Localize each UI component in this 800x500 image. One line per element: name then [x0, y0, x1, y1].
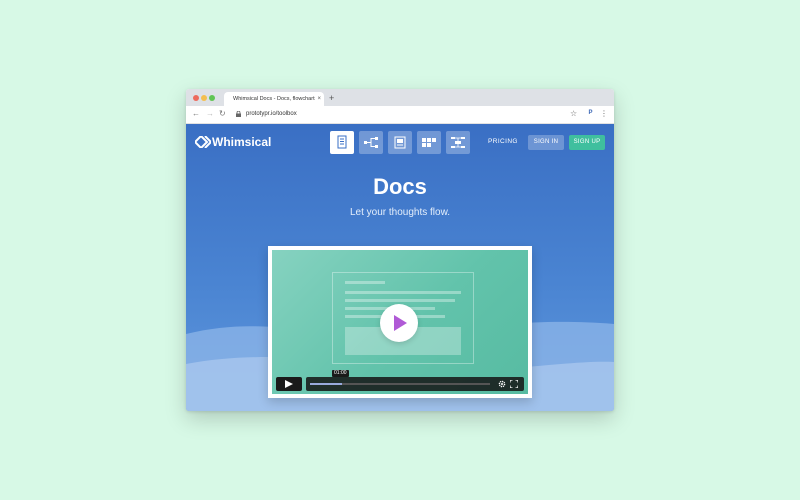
tool-sticky-notes-button[interactable] — [417, 131, 441, 154]
mind-map-icon — [451, 137, 465, 148]
video-controls: 01:00 — [276, 370, 524, 391]
document-icon — [337, 135, 347, 149]
tab-strip: Whimsical Docs - Docs, flowcharts × + — [186, 89, 614, 106]
close-window-button[interactable] — [193, 95, 199, 101]
settings-gear-icon[interactable] — [498, 380, 506, 388]
extension-icon[interactable]: P — [586, 109, 595, 118]
hero-subtitle: Let your thoughts flow. — [349, 207, 451, 218]
progress-fill — [310, 383, 343, 385]
sticky-notes-icon — [422, 138, 436, 147]
play-video-button[interactable] — [380, 304, 418, 342]
back-icon[interactable]: ← — [192, 108, 200, 120]
video-time: 01:00 — [332, 370, 349, 377]
tab-title: Whimsical Docs - Docs, flowcharts — [233, 96, 315, 102]
tab-close-icon[interactable]: × — [317, 92, 321, 106]
web-page: Whimsical PRICING SIGN IN SIGN UP Docs L… — [186, 124, 614, 411]
wireframe-icon — [394, 136, 406, 149]
control-play-button[interactable] — [276, 377, 302, 391]
forward-icon[interactable]: → — [206, 108, 214, 120]
sign-up-button[interactable]: SIGN UP — [569, 135, 605, 150]
lock-icon — [236, 111, 241, 117]
video-frame[interactable]: 01:00 — [272, 250, 528, 394]
video-player[interactable]: 01:00 — [268, 246, 532, 398]
browser-menu-icon[interactable]: ⋮ — [600, 107, 608, 120]
fullscreen-icon[interactable] — [510, 380, 518, 388]
address-bar[interactable]: prototypr.io/toolbox — [246, 108, 297, 120]
browser-window: Whimsical Docs - Docs, flowcharts × + ← … — [186, 89, 614, 411]
progress-track[interactable] — [310, 383, 490, 385]
pricing-link[interactable]: PRICING — [488, 137, 518, 147]
browser-toolbar: ← → ↻ prototypr.io/toolbox ☆ P ⋮ — [186, 106, 614, 124]
browser-tab[interactable]: Whimsical Docs - Docs, flowcharts × — [224, 92, 324, 106]
whimsical-logo-icon — [195, 136, 211, 148]
flowchart-icon — [364, 137, 378, 148]
control-bar: 01:00 — [306, 370, 524, 391]
sign-in-button[interactable]: SIGN IN — [528, 135, 564, 150]
tool-flowchart-button[interactable] — [359, 131, 383, 154]
maximize-window-button[interactable] — [209, 95, 215, 101]
minimize-window-button[interactable] — [201, 95, 207, 101]
tool-mind-map-button[interactable] — [446, 131, 470, 154]
reload-icon[interactable]: ↻ — [219, 108, 226, 120]
play-icon — [285, 380, 293, 388]
tool-docs-button[interactable] — [330, 131, 354, 154]
new-tab-button[interactable]: + — [329, 92, 334, 104]
logo-text: Whimsical — [212, 135, 272, 149]
tool-wireframe-button[interactable] — [388, 131, 412, 154]
bookmark-star-icon[interactable]: ☆ — [570, 107, 577, 120]
play-icon — [394, 315, 407, 331]
hero-title: Docs — [373, 174, 427, 199]
